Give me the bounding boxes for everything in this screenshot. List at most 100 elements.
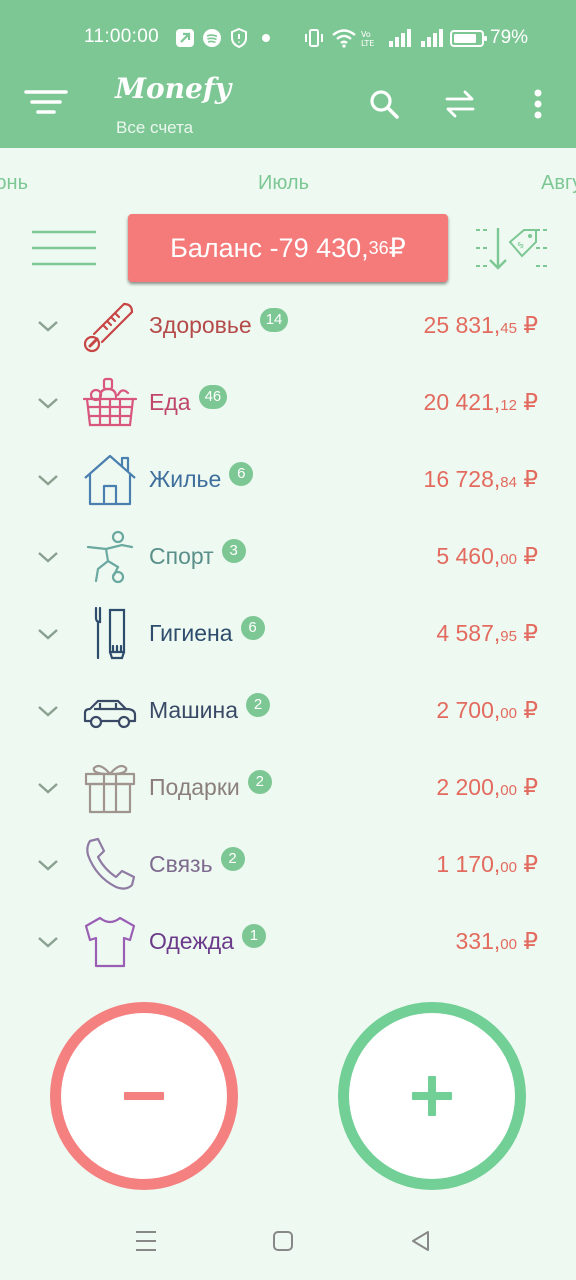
category-name: Еда [149,389,191,415]
add-income-button[interactable] [338,1002,526,1190]
month-current[interactable]: Июль [258,172,309,195]
signal-icon [418,26,446,50]
transactions-list-button[interactable] [30,228,98,268]
transaction-count-badge: 6 [240,615,265,640]
category-amount: 25 831,45 ₽ [423,312,538,338]
filter-menu-button[interactable] [22,84,70,120]
category-name: Спорт [149,543,214,569]
shield-icon [229,26,249,50]
balance-cents: 36 [368,237,389,258]
balance-currency: ₽ [388,232,406,263]
month-selector[interactable]: Июнь Июль Август [0,148,576,216]
gift-icon [84,764,136,814]
add-expense-button[interactable] [50,1002,238,1190]
balance-label: Баланс [170,232,263,263]
app-title: Monefy [115,72,232,105]
toothbrush-icon [94,606,126,660]
vibrate-icon [303,26,325,50]
tshirt-icon [84,916,136,968]
chevron-down-icon[interactable] [36,931,60,953]
svg-text:Vo: Vo [361,30,371,39]
category-amount: 1 170,00 ₽ [436,851,538,877]
battery-percent: 79% [490,27,529,48]
transaction-count-badge: 2 [247,769,272,794]
category-name: Здоровье [149,312,252,338]
swap-arrows-icon [445,90,475,118]
more-options-button[interactable] [518,84,558,124]
balance-amount: -79 430, [269,232,369,263]
category-name: Машина [149,697,239,723]
month-previous[interactable]: Июнь [0,172,28,195]
signal-icon [386,26,414,50]
chevron-down-icon[interactable] [36,315,60,337]
category-row-sport[interactable]: Спорт 3 5 460,00 ₽ [0,519,576,595]
chevron-down-icon[interactable] [36,546,60,568]
transaction-count-badge: 1 [241,923,266,948]
spotify-icon [201,26,223,50]
chevron-down-icon[interactable] [36,854,60,876]
balance-button[interactable]: Баланс -79 430, 36 ₽ [128,214,448,282]
chevron-down-icon[interactable] [36,777,60,799]
category-amount: 2 200,00 ₽ [436,774,538,800]
category-name: Подарки [149,774,240,800]
category-row-hygiene[interactable]: Гигиена 6 4 587,95 ₽ [0,596,576,672]
share-arrow-icon [174,26,196,50]
battery-icon [450,26,488,50]
status-bar: 11:00:00 Vo LTE 79% [0,0,576,74]
status-time: 11:00:00 [84,26,159,47]
recent-apps-button[interactable] [131,1226,161,1256]
category-amount: 16 728,84 ₽ [423,466,538,492]
house-icon [84,454,136,506]
category-amount: 4 587,95 ₽ [436,620,538,646]
month-next[interactable]: Август [541,172,576,195]
category-amount: 20 421,12 ₽ [423,389,538,415]
car-icon [83,699,137,729]
category-row-communication[interactable]: Связь 2 1 170,00 ₽ [0,827,576,903]
more-vertical-icon [534,89,542,119]
category-row-car[interactable]: Машина 2 2 700,00 ₽ [0,673,576,749]
volte-icon: Vo LTE [360,26,382,50]
football-player-icon [86,530,134,584]
category-amount: 5 460,00 ₽ [436,543,538,569]
category-row-gifts[interactable]: Подарки 2 2 200,00 ₽ [0,750,576,826]
transfer-tag-icon: $ [476,228,548,270]
category-row-food[interactable]: Еда 46 20 421,12 ₽ [0,365,576,441]
category-name: Связь [149,851,213,877]
search-button[interactable] [364,84,404,124]
transaction-count-badge: 6 [229,461,254,486]
minus-icon [124,1092,164,1100]
transaction-count-badge: 46 [198,384,228,409]
home-button[interactable] [268,1226,298,1256]
chevron-down-icon[interactable] [36,623,60,645]
list-lines-icon [32,230,96,266]
thermometer-icon [83,302,134,353]
svg-text:LTE: LTE [361,39,374,48]
wifi-icon [331,26,357,50]
category-name: Жилье [149,466,222,492]
transaction-count-badge: 14 [259,307,289,332]
filter-menu-icon [24,90,68,114]
category-name: Гигиена [149,620,233,646]
account-selector[interactable]: Все счета [116,118,193,138]
app-header: 11:00:00 Vo LTE 79% Monefy Все счета [0,0,576,148]
chevron-down-icon[interactable] [36,392,60,414]
category-name: Одежда [149,928,234,954]
category-amount: 2 700,00 ₽ [436,697,538,723]
category-row-clothes[interactable]: Одежда 1 331,00 ₽ [0,904,576,980]
back-button[interactable] [406,1226,436,1256]
chevron-down-icon[interactable] [36,700,60,722]
transaction-count-badge: 2 [220,846,245,871]
plus-icon [412,1076,452,1116]
transfer-header-button[interactable] [440,84,480,124]
category-row-housing[interactable]: Жилье 6 16 728,84 ₽ [0,442,576,518]
back-triangle-icon [412,1231,429,1251]
chevron-down-icon[interactable] [36,469,60,491]
menu-lines-icon [136,1231,156,1251]
category-amount: 331,00 ₽ [455,928,538,954]
dot-icon [260,26,272,50]
home-square-icon [273,1231,293,1251]
transfer-button[interactable]: $ [474,222,550,274]
transaction-count-badge: 2 [246,692,271,717]
transaction-count-badge: 3 [221,538,246,563]
category-row-health[interactable]: Здоровье 14 25 831,45 ₽ [0,288,576,364]
